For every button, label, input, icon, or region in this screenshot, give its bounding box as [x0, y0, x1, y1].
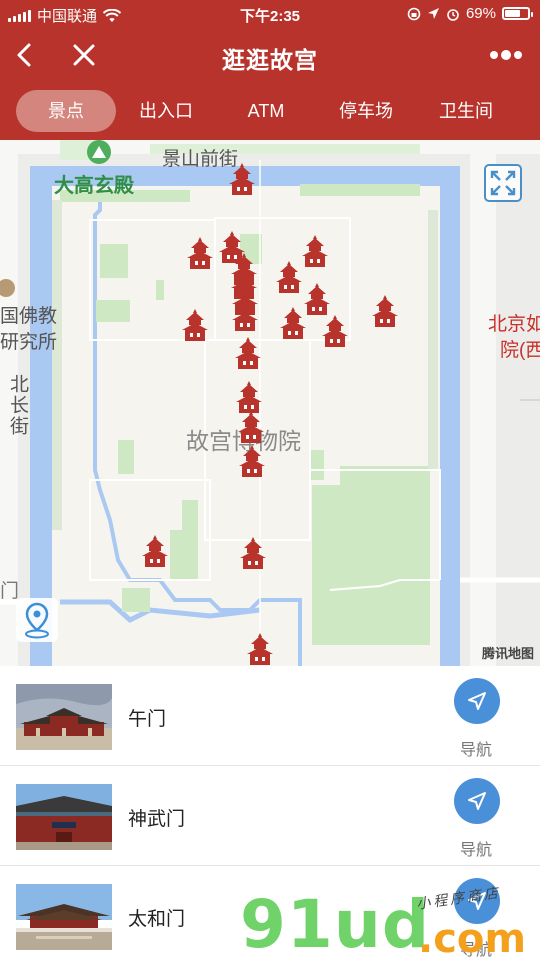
map-view[interactable]: 景山前街 大高玄殿 故宫博物院 国佛教 研究所 北长街 北京如 院(西 门 腾讯…: [0, 140, 540, 666]
map-label-west-institute-2: 研究所: [0, 332, 58, 353]
pagoda-marker-icon[interactable]: [236, 410, 266, 444]
pagoda-marker-icon[interactable]: [274, 260, 304, 294]
pagoda-marker-icon[interactable]: [233, 336, 263, 370]
map-label-park: 大高玄殿: [54, 175, 134, 197]
navigate-button[interactable]: [454, 678, 500, 724]
fullscreen-button[interactable]: [484, 164, 522, 202]
locate-button[interactable]: [16, 598, 58, 642]
map-label-east-2: 院(西: [500, 340, 540, 361]
map-provider-logo: 腾讯地图: [481, 646, 534, 661]
navigate-button[interactable]: [454, 878, 500, 924]
pagoda-marker-icon[interactable]: [230, 298, 260, 332]
navigate-label[interactable]: 导航: [460, 836, 492, 860]
tab-parking[interactable]: 停车场: [316, 90, 416, 132]
navigate-button[interactable]: [454, 778, 500, 824]
navigation-arrow-icon: [468, 892, 486, 910]
navigate-label[interactable]: 导航: [460, 736, 492, 760]
spot-name: 午门: [128, 709, 167, 730]
more-dots-icon: [490, 50, 522, 60]
spot-name: 太和门: [128, 909, 186, 930]
rotation-lock-icon: [407, 7, 421, 20]
location-arrow-icon: [427, 8, 439, 19]
battery-percent: 69%: [465, 5, 496, 22]
expand-icon: [490, 170, 516, 196]
pagoda-marker-icon[interactable]: [234, 380, 264, 414]
pagoda-marker-icon[interactable]: [227, 162, 257, 196]
navigation-arrow-icon: [468, 792, 486, 810]
pagoda-marker-icon[interactable]: [140, 534, 170, 568]
pagoda-marker-icon[interactable]: [278, 306, 308, 340]
location-pin-icon: [25, 602, 49, 639]
pagoda-marker-icon[interactable]: [185, 236, 215, 270]
navigation-arrow-icon: [468, 692, 486, 710]
pagoda-marker-icon[interactable]: [237, 444, 267, 478]
tab-restroom[interactable]: 卫生间: [416, 90, 516, 132]
pagoda-marker-icon[interactable]: [180, 308, 210, 342]
pagoda-marker-icon[interactable]: [370, 294, 400, 328]
more-button[interactable]: [484, 37, 528, 73]
map-label-east-1: 北京如: [488, 314, 540, 335]
map-label-west-institute-1: 国佛教: [0, 306, 58, 327]
map-base: [0, 140, 540, 666]
pagoda-marker-icon[interactable]: [245, 632, 275, 666]
battery-icon: [502, 7, 533, 20]
alarm-icon: [447, 8, 459, 21]
list-item[interactable]: 神武门 导航: [0, 766, 540, 866]
tab-scenic-spots[interactable]: 景点: [16, 90, 116, 132]
spot-name: 神武门: [128, 809, 186, 830]
navigate-label[interactable]: 导航: [460, 936, 492, 960]
status-bar: 中国联通 下午2:35 69%: [0, 0, 540, 28]
category-tabs: 景点 出入口 ATM 停车场 卫生间: [0, 82, 540, 140]
pagoda-marker-icon[interactable]: [300, 234, 330, 268]
status-right: 69%: [407, 5, 533, 22]
spot-thumbnail: [16, 884, 112, 950]
tab-atm[interactable]: ATM: [216, 90, 316, 132]
spot-list: 午门 导航 神武门 导航 太和门 导航: [0, 666, 540, 960]
spot-thumbnail: [16, 784, 112, 850]
map-label-west-road: 北长街: [7, 374, 28, 437]
nav-bar: 逛逛故宫: [0, 28, 540, 82]
list-item[interactable]: 午门 导航: [0, 666, 540, 766]
pagoda-marker-icon[interactable]: [320, 314, 350, 348]
tab-entrances[interactable]: 出入口: [116, 90, 216, 132]
pagoda-marker-icon[interactable]: [238, 536, 268, 570]
spot-thumbnail: [16, 684, 112, 750]
page-title: 逛逛故宫: [222, 47, 318, 73]
list-item[interactable]: 太和门 导航: [0, 866, 540, 960]
